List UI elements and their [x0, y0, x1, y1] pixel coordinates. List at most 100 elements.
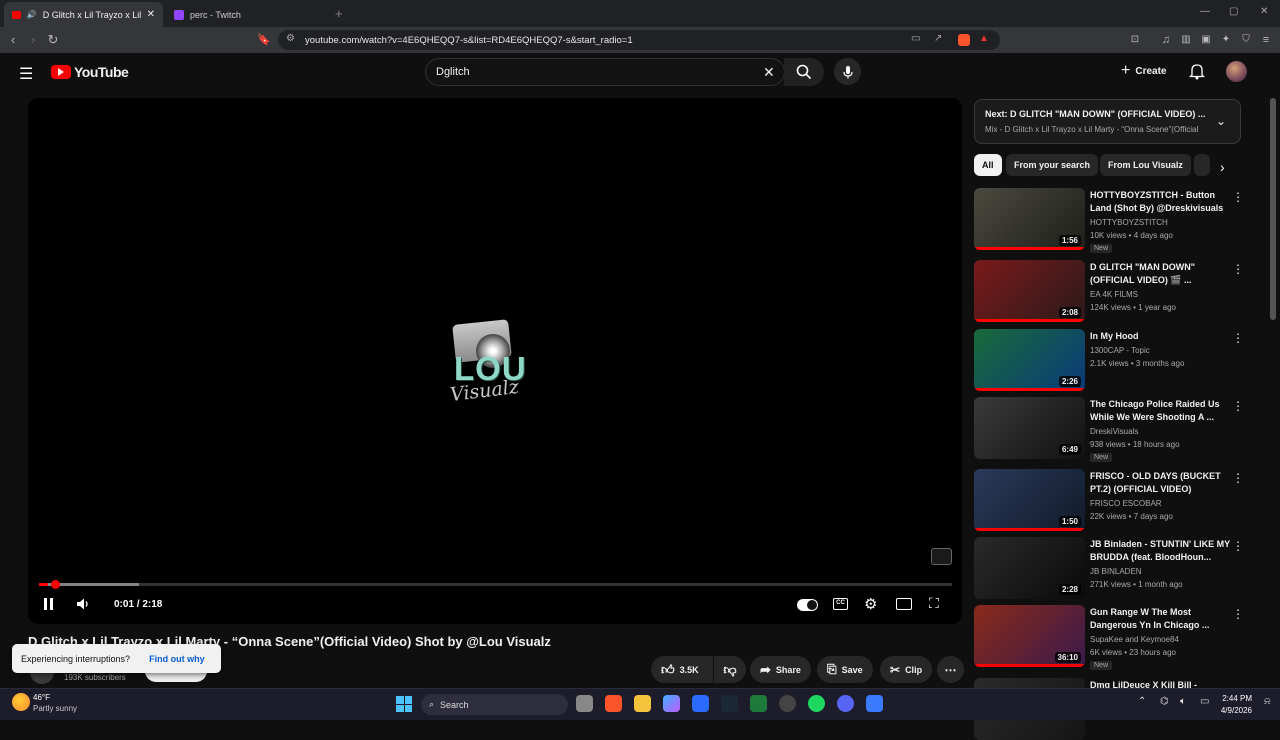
subtitles-button[interactable]: CC [833, 598, 848, 610]
related-video-item[interactable]: 2:28 JB Binladen - STUNTIN' LIKE MY BRUDD… [974, 537, 1264, 599]
start-button[interactable] [396, 696, 412, 712]
playlist-next-panel[interactable]: Next: D GLITCH "MAN DOWN" (OFFICIAL VIDE… [974, 99, 1241, 144]
more-options-icon[interactable]: ⋮ [1232, 539, 1244, 553]
video-thumbnail[interactable]: 6:49 [974, 397, 1085, 459]
tab-youtube[interactable]: 🔊 D Glitch x Lil Trayzo x Lil Marty ✕ [4, 2, 163, 27]
sidebar-toggle-icon[interactable]: ▥ [1178, 32, 1194, 48]
channel-watermark-icon[interactable] [931, 548, 952, 565]
menu-icon[interactable]: ≡ [1258, 32, 1274, 48]
music-icon[interactable]: ♫ [1158, 32, 1174, 48]
chip-from-your-search[interactable]: From your search [1006, 154, 1099, 176]
find-out-why-link[interactable]: Find out why [149, 654, 205, 664]
chevron-down-icon[interactable]: ⌄ [1216, 114, 1226, 128]
task-view-icon[interactable] [576, 695, 593, 712]
video-title[interactable]: FRISCO - OLD DAYS (BUCKET PT.2) (OFFICIA… [1090, 470, 1230, 496]
close-window-button[interactable]: ✕ [1260, 6, 1268, 17]
ai-assistant-icon[interactable]: ✦ [1218, 32, 1234, 48]
video-thumbnail[interactable]: 1:50 [974, 469, 1085, 531]
video-title[interactable]: JB Binladen - STUNTIN' LIKE MY BRUDDA (f… [1090, 538, 1230, 564]
clear-search-icon[interactable]: ✕ [763, 64, 775, 81]
notification-bell-icon[interactable]: ⍾ [1264, 696, 1271, 707]
voice-search-button[interactable] [834, 58, 861, 85]
related-video-item[interactable]: 2:08 D GLITCH "MAN DOWN" (OFFICIAL VIDEO)… [974, 260, 1264, 322]
tab-twitch[interactable]: perc - Twitch [166, 2, 331, 27]
weather-icon[interactable] [12, 693, 30, 711]
channel-name[interactable]: 1300CAP - Topic [1090, 346, 1150, 355]
video-thumbnail[interactable]: 2:08 [974, 260, 1085, 322]
clock-date[interactable]: 4/9/2026 [1214, 706, 1252, 715]
related-video-item[interactable]: 1:56 HOTTYBOYZSTITCH - Button Land (Shot … [974, 188, 1264, 253]
autoplay-toggle[interactable] [797, 599, 818, 611]
file-explorer-icon[interactable] [634, 695, 651, 712]
taskbar-search[interactable]: ⌕ Search [421, 694, 568, 715]
chevron-right-icon[interactable]: › [1220, 159, 1225, 175]
cast-icon[interactable]: ▭ [911, 33, 920, 44]
chip-all[interactable]: All [974, 154, 1002, 176]
more-actions-icon[interactable]: ⋯ [937, 656, 964, 683]
clip-button[interactable]: ✂ Clip [880, 656, 932, 683]
video-thumbnail[interactable]: 2:26 [974, 329, 1085, 391]
forward-icon[interactable]: › [25, 32, 41, 48]
scrubber-handle[interactable] [51, 580, 60, 589]
video-title[interactable]: HOTTYBOYZSTITCH - Button Land (Shot By) … [1090, 189, 1230, 215]
more-options-icon[interactable]: ⋮ [1232, 471, 1244, 485]
audio-playing-icon[interactable]: 🔊 [27, 10, 37, 19]
chat-app-icon[interactable] [779, 695, 796, 712]
windows-app-icon[interactable] [866, 695, 883, 712]
brave-shields-icon[interactable] [958, 34, 970, 46]
theater-mode-button[interactable] [896, 598, 912, 610]
save-button[interactable]: ⎘ Save [817, 656, 873, 683]
url-bar[interactable]: ⚙ youtube.com/watch?v=4E6QHEQQ7-s&list=R… [278, 30, 1000, 50]
avatar[interactable] [1226, 61, 1247, 82]
fullscreen-icon[interactable]: ⛶ [929, 595, 939, 612]
settings-gear-icon[interactable]: ⚙ [864, 595, 877, 613]
pause-button[interactable] [44, 598, 56, 611]
more-options-icon[interactable]: ⋮ [1232, 331, 1244, 345]
video-thumbnail[interactable]: 36:10 [974, 605, 1085, 667]
channel-name[interactable]: JB BINLADEN [1090, 567, 1142, 576]
hamburger-menu-icon[interactable]: ☰ [19, 64, 33, 84]
screenshot-icon[interactable]: ⊡ [1127, 32, 1143, 48]
more-options-icon[interactable]: ⋮ [1232, 262, 1244, 276]
spotify-icon[interactable] [808, 695, 825, 712]
copilot-icon[interactable] [663, 695, 680, 712]
brave-taskbar-icon[interactable] [605, 695, 622, 712]
more-options-icon[interactable]: ⋮ [1232, 190, 1244, 204]
youtube-logo[interactable]: YouTube [51, 64, 129, 80]
search-input[interactable]: Dglitch ✕ [425, 58, 785, 86]
chip-more[interactable] [1194, 154, 1210, 176]
share-button[interactable]: ➦ Share [750, 656, 811, 683]
clock-time[interactable]: 2:44 PM [1222, 694, 1252, 703]
chevron-up-icon[interactable]: ⌃ [1138, 696, 1146, 707]
progress-bar[interactable] [39, 580, 952, 589]
more-options-icon[interactable]: ⋮ [1232, 399, 1244, 413]
excel-icon[interactable] [750, 695, 767, 712]
video-title[interactable]: D GLITCH "MAN DOWN" (OFFICIAL VIDEO) 🎬 .… [1090, 261, 1230, 287]
site-settings-icon[interactable]: ⚙ [286, 33, 295, 44]
bookmark-icon[interactable]: 🔖 [256, 32, 272, 48]
video-title[interactable]: In My Hood [1090, 330, 1230, 343]
channel-name[interactable]: EA 4K FILMS [1090, 290, 1138, 299]
more-options-icon[interactable]: ⋮ [1232, 607, 1244, 621]
speaker-icon[interactable]: 🔈︎ [1180, 696, 1186, 707]
channel-name[interactable]: FRISCO ESCOBAR [1090, 499, 1162, 508]
share-page-icon[interactable]: ↗ [934, 33, 942, 44]
dislike-button[interactable]: 👎︎ [714, 656, 746, 683]
video-thumbnail[interactable]: 2:28 [974, 537, 1085, 599]
video-title[interactable]: Gun Range W The Most Dangerous Yn In Chi… [1090, 606, 1230, 632]
create-button[interactable]: + Create [1121, 62, 1166, 80]
brave-rewards-icon[interactable]: ▲ [979, 33, 989, 44]
maximize-button[interactable]: ▢ [1229, 6, 1238, 17]
minimize-button[interactable]: — [1200, 6, 1210, 17]
related-video-item[interactable]: 1:50 FRISCO - OLD DAYS (BUCKET PT.2) (OFF… [974, 469, 1264, 531]
steam-icon[interactable] [721, 695, 738, 712]
related-video-item[interactable]: 2:26 In My Hood 1300CAP - Topic 2.1K views … [974, 329, 1264, 391]
wallet-icon[interactable]: ▣ [1198, 32, 1214, 48]
store-icon[interactable] [692, 695, 709, 712]
video-thumbnail[interactable]: 1:56 [974, 188, 1085, 250]
related-video-item[interactable]: 36:10 Gun Range W The Most Dangerous Yn I… [974, 605, 1264, 670]
related-video-item[interactable]: 6:49 The Chicago Police Raided Us While W… [974, 397, 1264, 462]
like-button[interactable]: 👍︎ 3.5K [651, 656, 713, 683]
video-player[interactable]: LOU Visualz 0:01 / 2:18 CC ⚙ ⛶ [28, 98, 962, 624]
channel-name[interactable]: DreskiVisuals [1090, 427, 1138, 436]
